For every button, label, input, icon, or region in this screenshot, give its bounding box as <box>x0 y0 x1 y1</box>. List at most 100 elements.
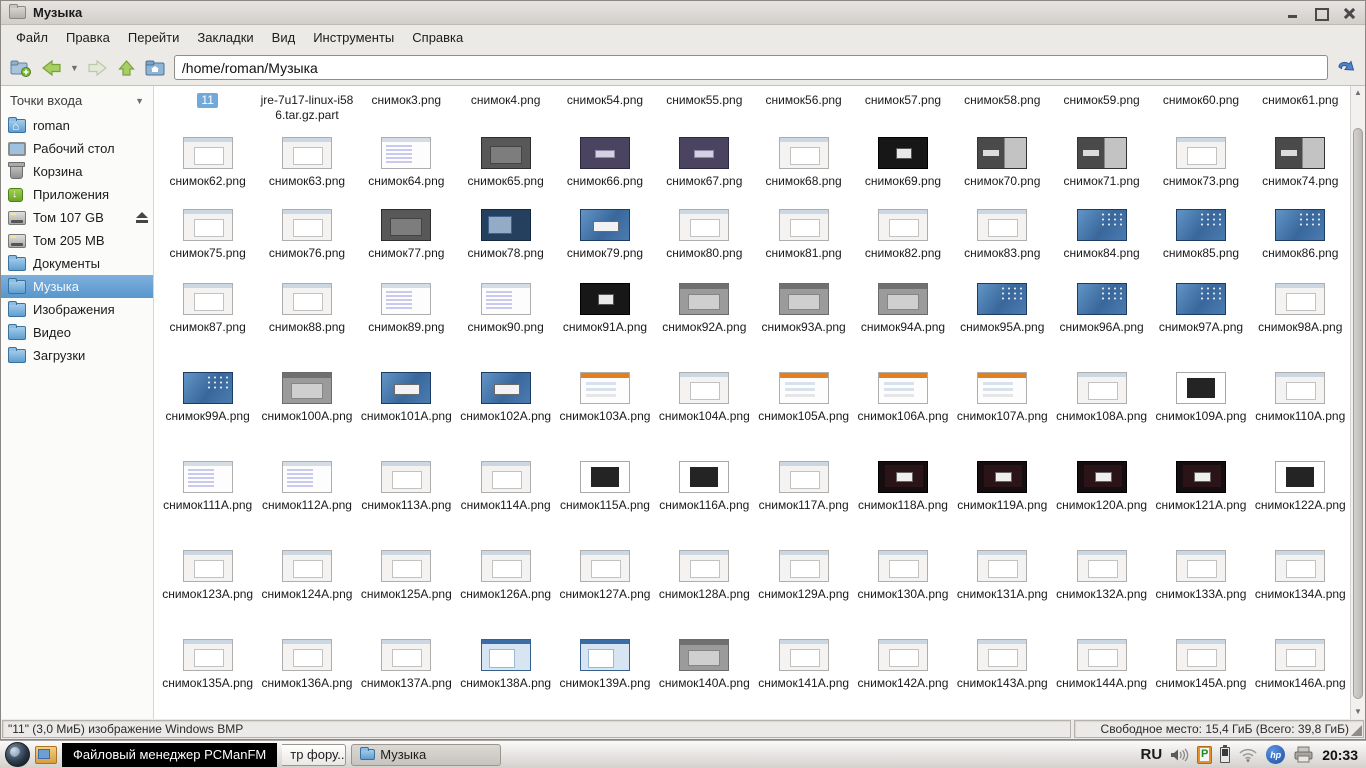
file-item[interactable]: снимок54.png <box>555 90 654 134</box>
task-button-music[interactable]: Музыка <box>351 743 502 766</box>
file-item[interactable]: снимок124A.png <box>257 547 356 636</box>
file-item[interactable]: снимок89.png <box>357 280 456 369</box>
sidebar-item-roman[interactable]: roman <box>1 114 153 137</box>
file-item[interactable]: снимок4.png <box>456 90 555 134</box>
file-item[interactable]: снимок130A.png <box>853 547 952 636</box>
sidebar-item-documents[interactable]: Документы <box>1 252 153 275</box>
vertical-scrollbar[interactable]: ▲ ▼ <box>1350 86 1365 719</box>
file-item[interactable]: снимок96A.png <box>1052 280 1151 369</box>
file-item[interactable]: снимок119A.png <box>953 458 1052 547</box>
file-item[interactable]: снимок86.png <box>1251 206 1350 280</box>
file-item[interactable]: снимок75.png <box>158 206 257 280</box>
file-item[interactable]: снимок128A.png <box>655 547 754 636</box>
minimize-button[interactable] <box>1287 7 1299 19</box>
up-button[interactable] <box>115 55 138 81</box>
sidebar-item-vol107[interactable]: Том 107 GB <box>1 206 153 229</box>
file-item[interactable]: снимок87.png <box>158 280 257 369</box>
file-item[interactable]: снимок57.png <box>853 90 952 134</box>
keyboard-layout-indicator[interactable]: RU <box>1141 746 1163 763</box>
file-item[interactable]: снимок84.png <box>1052 206 1151 280</box>
file-item[interactable]: снимок58.png <box>953 90 1052 134</box>
file-item[interactable]: снимок126A.png <box>456 547 555 636</box>
menu-item[interactable]: Инструменты <box>304 27 403 48</box>
file-item[interactable]: снимок111A.png <box>158 458 257 547</box>
file-item[interactable]: снимок88.png <box>257 280 356 369</box>
battery-icon[interactable] <box>1220 744 1231 763</box>
file-item[interactable]: снимок81.png <box>754 206 853 280</box>
file-item[interactable]: снимок68.png <box>754 134 853 206</box>
sidebar-item-music[interactable]: Музыка <box>1 275 153 298</box>
file-item[interactable]: снимок85.png <box>1151 206 1250 280</box>
scroll-up-icon[interactable]: ▲ <box>1351 86 1365 100</box>
file-item[interactable]: снимок60.png <box>1151 90 1250 134</box>
file-item[interactable]: снимок95A.png <box>953 280 1052 369</box>
go-button[interactable] <box>1334 55 1358 81</box>
menu-item[interactable]: Закладки <box>188 27 262 48</box>
file-item[interactable]: снимок90.png <box>456 280 555 369</box>
file-item[interactable]: снимок121A.png <box>1151 458 1250 547</box>
file-item[interactable]: снимок107A.png <box>953 369 1052 458</box>
file-item[interactable]: снимок69.png <box>853 134 952 206</box>
file-item[interactable]: снимок94A.png <box>853 280 952 369</box>
file-item[interactable]: снимок139A.png <box>555 636 654 719</box>
file-item[interactable]: снимок145A.png <box>1151 636 1250 719</box>
file-item[interactable]: снимок74.png <box>1251 134 1350 206</box>
file-item[interactable]: снимок138A.png <box>456 636 555 719</box>
file-item[interactable]: снимок117A.png <box>754 458 853 547</box>
file-item[interactable]: снимок55.png <box>655 90 754 134</box>
file-item[interactable]: снимок125A.png <box>357 547 456 636</box>
file-item[interactable]: снимок100A.png <box>257 369 356 458</box>
file-item[interactable]: снимок93A.png <box>754 280 853 369</box>
file-item[interactable]: снимок123A.png <box>158 547 257 636</box>
file-item[interactable]: снимок106A.png <box>853 369 952 458</box>
taskbar-clock[interactable]: 20:33 <box>1322 747 1358 763</box>
file-item[interactable]: снимок103A.png <box>555 369 654 458</box>
file-item[interactable]: снимок73.png <box>1151 134 1250 206</box>
file-item[interactable]: снимок144A.png <box>1052 636 1151 719</box>
file-item[interactable]: 11 <box>158 90 257 134</box>
back-history-dropdown[interactable]: ▼ <box>69 63 80 73</box>
file-item[interactable]: снимок146A.png <box>1251 636 1350 719</box>
file-item[interactable]: снимок62.png <box>158 134 257 206</box>
file-item[interactable]: снимок102A.png <box>456 369 555 458</box>
file-item[interactable]: снимок79.png <box>555 206 654 280</box>
file-item[interactable]: снимок118A.png <box>853 458 952 547</box>
sidebar-item-trash[interactable]: Корзина <box>1 160 153 183</box>
file-item[interactable]: снимок136A.png <box>257 636 356 719</box>
file-item[interactable]: снимок80.png <box>655 206 754 280</box>
file-item[interactable]: jre-7u17-linux-i586.tar.gz.part <box>257 90 356 134</box>
hp-monitor-icon[interactable]: hp <box>1266 745 1286 764</box>
file-item[interactable]: снимок104A.png <box>655 369 754 458</box>
start-menu-button[interactable] <box>5 742 30 767</box>
file-item[interactable]: снимок101A.png <box>357 369 456 458</box>
sidebar-item-video[interactable]: Видео <box>1 321 153 344</box>
file-item[interactable]: снимок97A.png <box>1151 280 1250 369</box>
file-item[interactable]: снимок91A.png <box>555 280 654 369</box>
file-item[interactable]: снимок109A.png <box>1151 369 1250 458</box>
file-item[interactable]: снимок137A.png <box>357 636 456 719</box>
menu-item[interactable]: Перейти <box>119 27 189 48</box>
file-item[interactable]: снимок3.png <box>357 90 456 134</box>
file-item[interactable]: снимок116A.png <box>655 458 754 547</box>
printer-icon[interactable] <box>1293 746 1314 763</box>
close-button[interactable] <box>1343 7 1355 19</box>
file-item[interactable]: снимок105A.png <box>754 369 853 458</box>
file-item[interactable]: снимок133A.png <box>1151 547 1250 636</box>
menu-item[interactable]: Файл <box>7 27 57 48</box>
menu-item[interactable]: Вид <box>263 27 305 48</box>
scrollbar-thumb[interactable] <box>1353 128 1363 699</box>
file-item[interactable]: снимок110A.png <box>1251 369 1350 458</box>
file-item[interactable]: снимок65.png <box>456 134 555 206</box>
file-item[interactable]: снимок77.png <box>357 206 456 280</box>
file-item[interactable]: снимок115A.png <box>555 458 654 547</box>
file-item[interactable]: снимок71.png <box>1052 134 1151 206</box>
menu-item[interactable]: Справка <box>403 27 472 48</box>
file-item[interactable]: снимок63.png <box>257 134 356 206</box>
file-item[interactable]: снимок131A.png <box>953 547 1052 636</box>
file-item[interactable]: снимок78.png <box>456 206 555 280</box>
file-item[interactable]: снимок141A.png <box>754 636 853 719</box>
volume-icon[interactable] <box>1170 747 1189 763</box>
file-item[interactable]: снимок142A.png <box>853 636 952 719</box>
sidebar-item-applications[interactable]: Приложения <box>1 183 153 206</box>
back-button[interactable] <box>39 55 64 81</box>
